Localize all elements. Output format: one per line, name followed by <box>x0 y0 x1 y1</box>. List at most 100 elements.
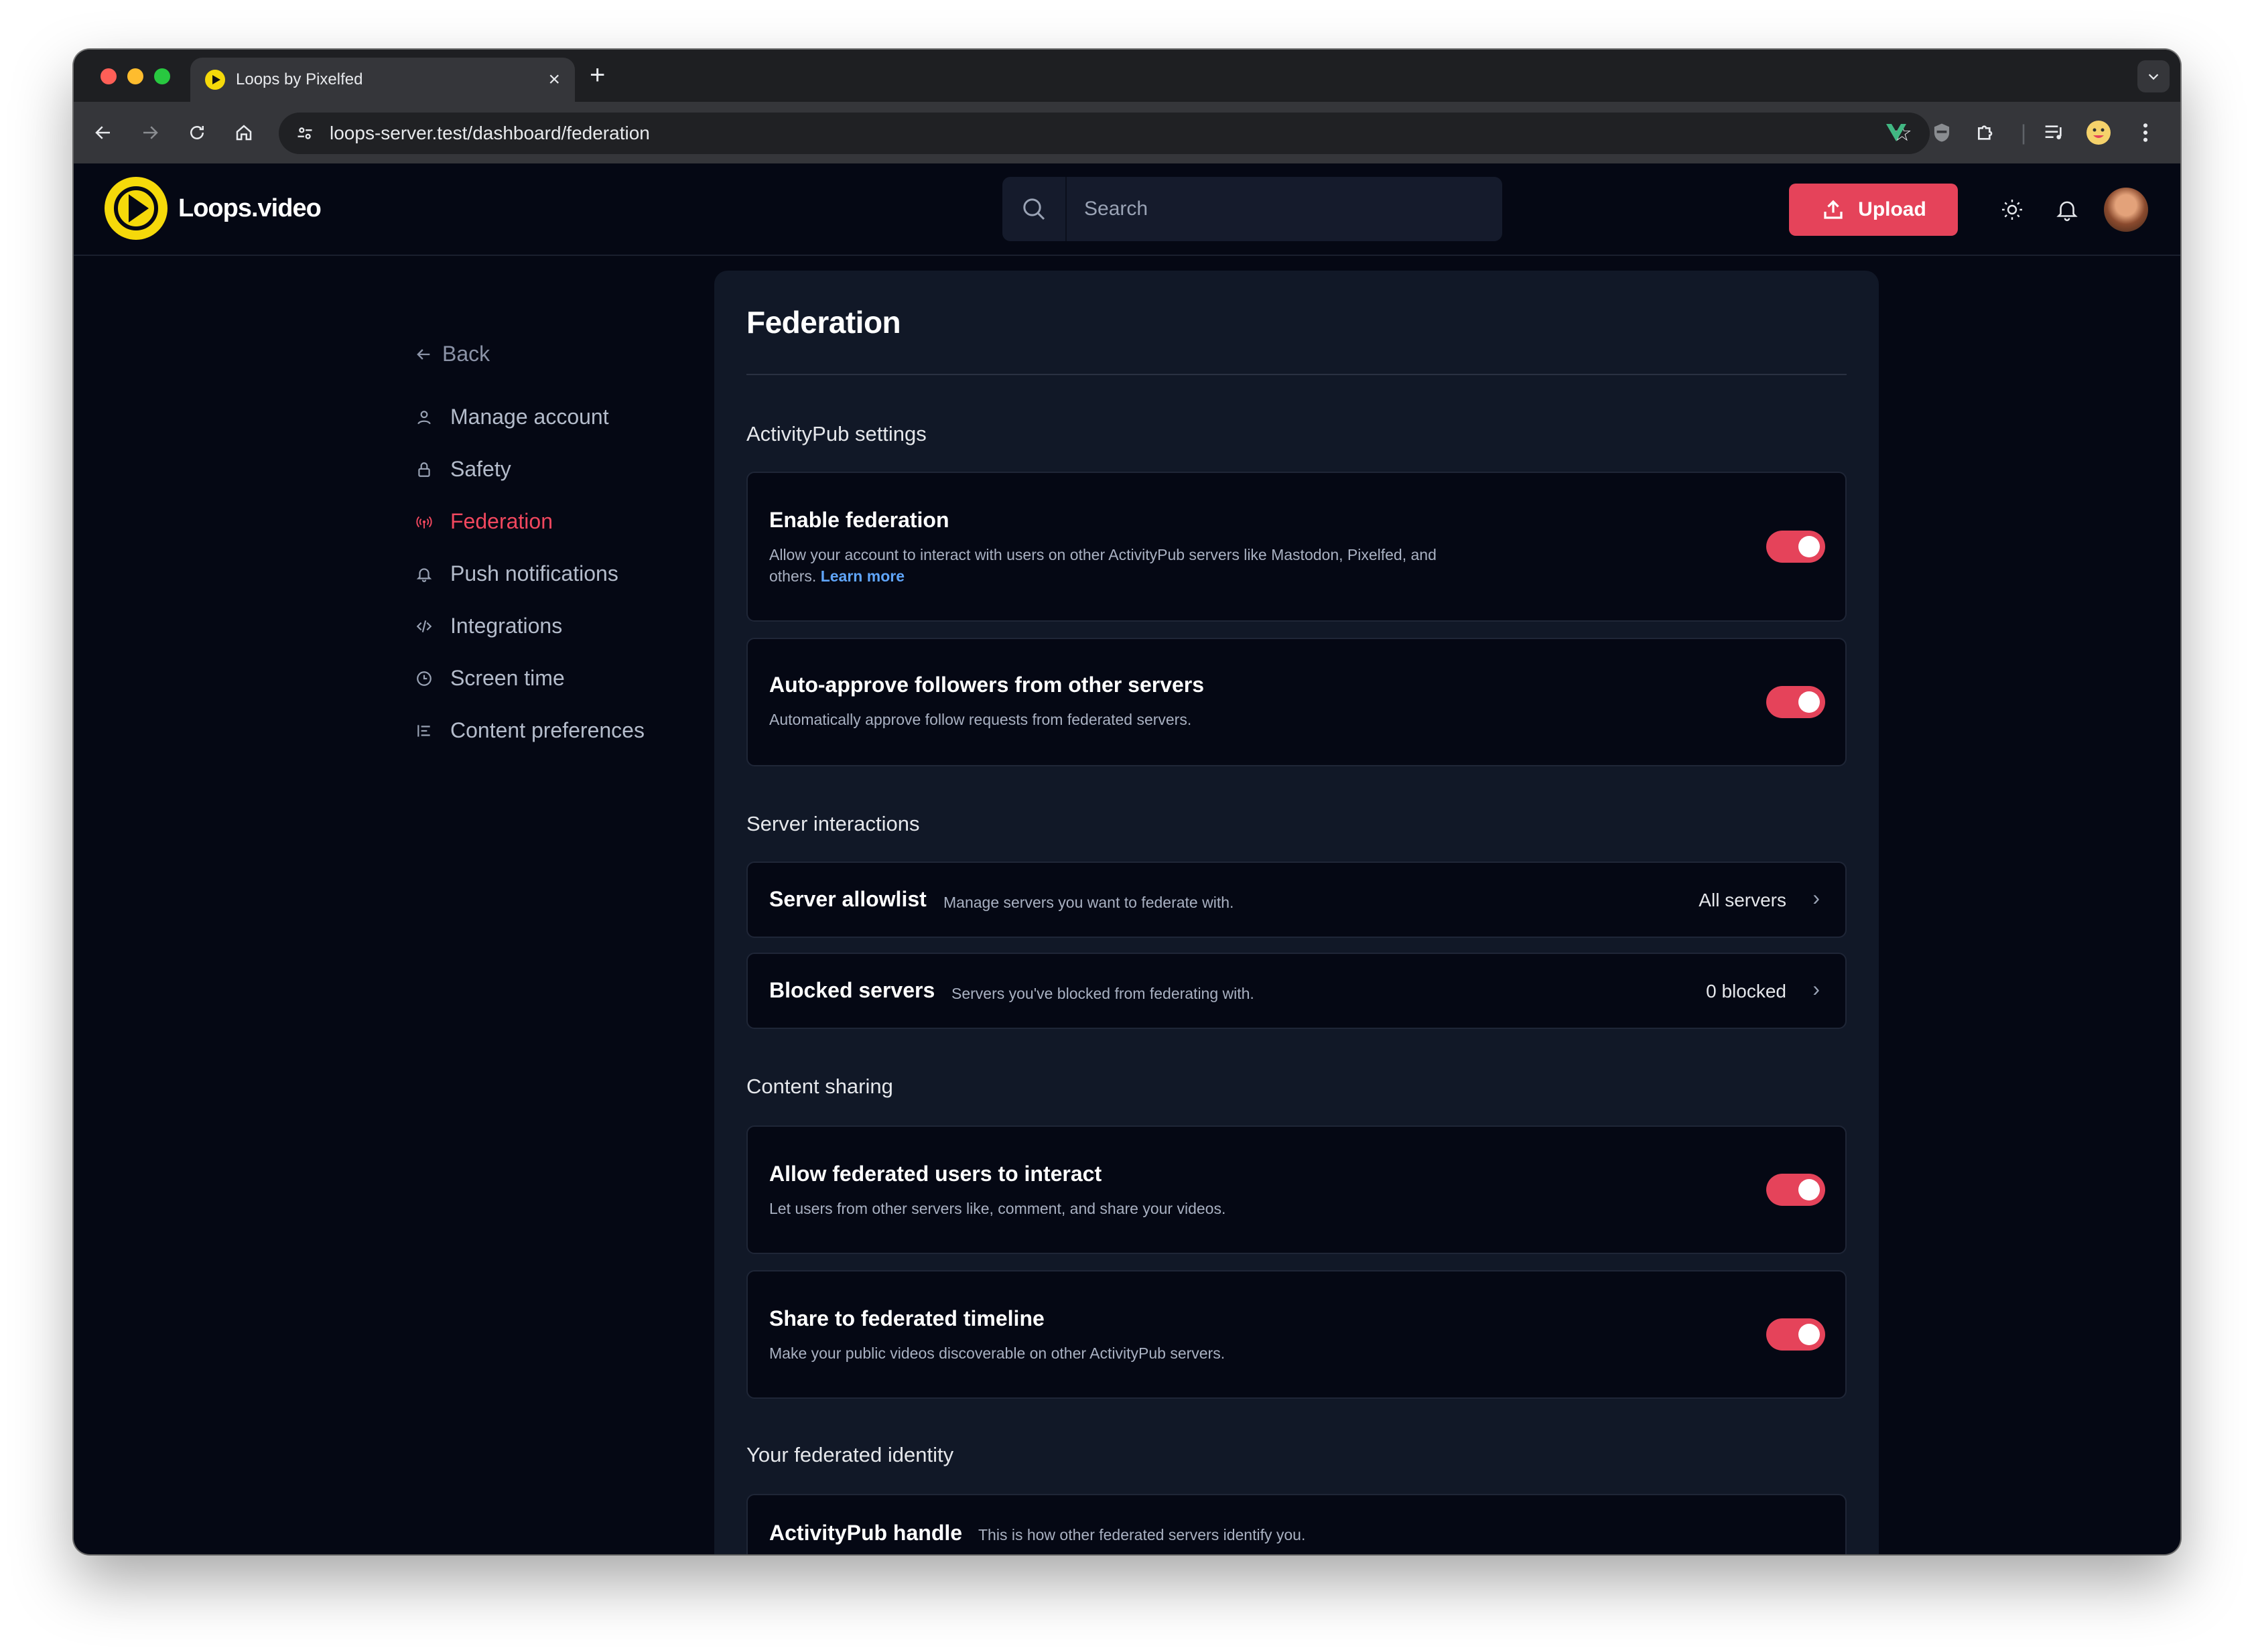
forward-nav-button[interactable] <box>134 117 166 149</box>
sidebar-item-federation[interactable]: Federation <box>414 509 553 534</box>
federation-panel: Federation ActivityPub settings Enable f… <box>714 271 1879 1554</box>
enable-federation-toggle[interactable] <box>1766 531 1825 563</box>
maximize-window-button[interactable] <box>154 68 170 84</box>
broadcast-icon <box>414 512 434 532</box>
tab-title: Loops by Pixelfed <box>236 70 363 88</box>
upload-button[interactable]: Upload <box>1789 184 1958 236</box>
server-allowlist-value: All servers <box>1699 890 1786 910</box>
tab-strip: Loops by Pixelfed × + <box>74 50 2180 102</box>
back-label: Back <box>442 342 490 366</box>
sidebar-item-label: Integrations <box>450 614 563 638</box>
sidebar-item-push-notifications[interactable]: Push notifications <box>414 561 618 586</box>
arrow-right-icon <box>143 126 158 139</box>
sidebar-item-label: Safety <box>450 457 511 481</box>
server-allowlist-title: Server allowlist <box>769 887 927 911</box>
search-icon <box>1002 177 1067 241</box>
learn-more-link[interactable]: Learn more <box>821 567 905 585</box>
browser-menu-icon[interactable] <box>2133 118 2158 147</box>
sidebar-item-safety[interactable]: Safety <box>414 457 511 482</box>
allow-interact-card: Allow federated users to interact Let us… <box>746 1125 1847 1254</box>
auto-approve-title: Auto-approve followers from other server… <box>769 673 1205 697</box>
enable-federation-title: Enable federation <box>769 508 949 532</box>
section-heading-content-sharing: Content sharing <box>746 1075 893 1098</box>
toolbar-divider: | <box>2020 120 2027 145</box>
site-settings-icon[interactable] <box>293 122 316 145</box>
activitypub-handle-title: ActivityPub handle <box>769 1521 963 1545</box>
address-bar[interactable]: loops-server.test/dashboard/federation ☆ <box>279 113 1930 154</box>
activitypub-handle-desc: This is how other federated servers iden… <box>978 1526 1306 1543</box>
logo-text: Loops.video <box>178 194 322 222</box>
tab-search-button[interactable] <box>2137 60 2170 92</box>
search-placeholder: Search <box>1084 198 1148 220</box>
lock-icon <box>414 460 434 480</box>
sun-icon <box>2002 200 2022 220</box>
bell-icon <box>414 564 434 584</box>
share-timeline-toggle[interactable] <box>1766 1318 1825 1351</box>
browser-tab[interactable]: Loops by Pixelfed × <box>190 58 575 102</box>
browser-toolbar: loops-server.test/dashboard/federation ☆… <box>74 102 2180 163</box>
code-icon <box>414 616 434 636</box>
site-logo[interactable]: Loops.video <box>105 177 322 240</box>
tab-close-icon[interactable]: × <box>548 70 560 90</box>
bell-icon <box>2056 201 2078 222</box>
sidebar-item-integrations[interactable]: Integrations <box>414 614 562 638</box>
extensions-puzzle-icon[interactable] <box>1971 118 2001 147</box>
auto-approve-toggle[interactable] <box>1766 686 1825 718</box>
upload-label: Upload <box>1858 198 1926 220</box>
home-button[interactable] <box>228 117 260 149</box>
user-avatar[interactable] <box>2104 188 2148 232</box>
section-heading-activitypub: ActivityPub settings <box>746 422 927 445</box>
minimize-window-button[interactable] <box>127 68 143 84</box>
browser-window: Loops by Pixelfed × + loops-server.test/… <box>74 50 2180 1554</box>
home-icon <box>236 125 252 141</box>
enable-federation-desc: Allow your account to interact with user… <box>769 544 1439 587</box>
reload-button[interactable] <box>181 117 213 149</box>
url-text: loops-server.test/dashboard/federation <box>330 123 650 143</box>
allow-interact-toggle[interactable] <box>1766 1174 1825 1206</box>
clock-icon <box>414 669 434 689</box>
loops-logo-icon <box>105 177 168 240</box>
back-link[interactable]: Back <box>414 342 490 366</box>
enable-federation-card: Enable federation Allow your account to … <box>746 472 1847 622</box>
chevron-right-icon: › <box>1812 977 1820 1001</box>
shield-extension-icon[interactable] <box>1927 118 1957 147</box>
notifications-button[interactable] <box>2052 194 2082 225</box>
section-heading-identity: Your federated identity <box>746 1443 954 1466</box>
theme-toggle-button[interactable] <box>1997 194 2028 225</box>
arrow-left-icon <box>417 348 430 360</box>
media-control-icon[interactable] <box>2040 118 2069 147</box>
list-icon <box>414 721 434 741</box>
blocked-servers-row[interactable]: Blocked servers Servers you've blocked f… <box>746 953 1847 1029</box>
profile-emoji-icon[interactable] <box>2084 118 2113 147</box>
sidebar-item-content-preferences[interactable]: Content preferences <box>414 718 645 743</box>
upload-icon <box>1824 200 1843 219</box>
auto-approve-desc: Automatically approve follow requests fr… <box>769 711 1192 728</box>
vue-extension-icon[interactable] <box>1881 118 1911 147</box>
chevron-down-icon <box>2148 74 2159 80</box>
activitypub-handle-card: ActivityPub handle This is how other fed… <box>746 1494 1847 1554</box>
back-nav-button[interactable] <box>87 117 119 149</box>
chevron-right-icon: › <box>1812 886 1820 910</box>
allow-interact-desc: Let users from other servers like, comme… <box>769 1200 1226 1217</box>
share-timeline-card: Share to federated timeline Make your pu… <box>746 1270 1847 1399</box>
app-header: Loops.video Search Upload <box>74 163 2180 256</box>
reload-icon <box>190 126 204 139</box>
search-input[interactable]: Search <box>1002 177 1502 241</box>
share-timeline-desc: Make your public videos discoverable on … <box>769 1345 1225 1362</box>
sidebar-item-manage-account[interactable]: Manage account <box>414 405 609 429</box>
auto-approve-card: Auto-approve followers from other server… <box>746 638 1847 766</box>
section-heading-server-interactions: Server interactions <box>746 812 920 835</box>
sidebar-item-screen-time[interactable]: Screen time <box>414 666 565 691</box>
sidebar-item-label: Federation <box>450 509 553 533</box>
user-icon <box>414 407 434 427</box>
blocked-servers-desc: Servers you've blocked from federating w… <box>951 985 1254 1002</box>
blocked-servers-value: 0 blocked <box>1706 981 1786 1002</box>
sidebar-item-label: Push notifications <box>450 561 618 586</box>
page-title: Federation <box>746 305 901 340</box>
close-window-button[interactable] <box>101 68 117 84</box>
new-tab-button[interactable]: + <box>590 62 605 88</box>
sidebar-item-label: Screen time <box>450 666 565 690</box>
server-allowlist-row[interactable]: Server allowlist Manage servers you want… <box>746 862 1847 938</box>
share-timeline-title: Share to federated timeline <box>769 1306 1045 1330</box>
sidebar-item-label: Content preferences <box>450 718 645 742</box>
